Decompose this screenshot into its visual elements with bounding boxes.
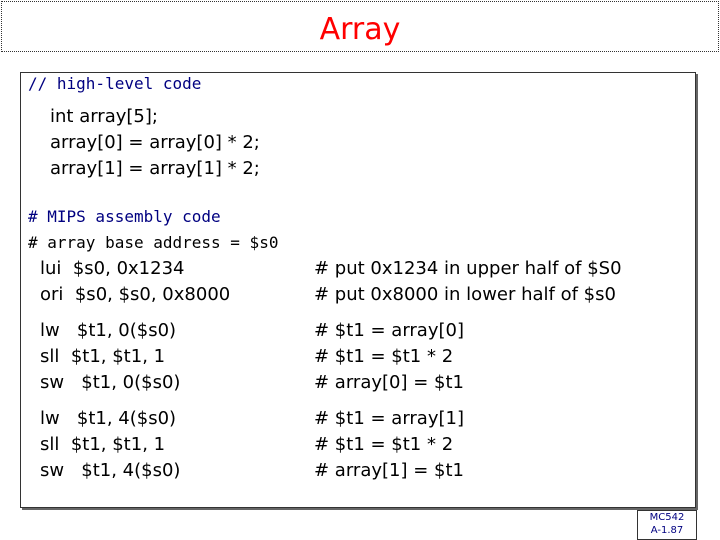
mips-instruction: sll $t1, $t1, 1 <box>40 346 166 367</box>
mips-line-comment: # array[0] = $t1 <box>314 372 464 393</box>
mips-line-comment: # $t1 = array[1] <box>314 408 464 429</box>
slide-number: A-1.87 <box>650 525 684 536</box>
mips-line-comment: # put 0x1234 in upper half of $S0 <box>314 258 622 279</box>
base-address-comment: # array base address = $s0 <box>28 233 279 252</box>
mips-instruction: sw $t1, 4($s0) <box>40 460 181 481</box>
mips-line-comment: # $t1 = array[0] <box>314 320 464 341</box>
high-level-comment: // high-level code <box>28 74 202 93</box>
mips-line-comment: # $t1 = $t1 * 2 <box>314 434 454 455</box>
mips-instruction: lw $t1, 0($s0) <box>40 320 177 341</box>
code-line: array[1] = array[1] * 2; <box>50 158 260 179</box>
mips-instruction: sw $t1, 0($s0) <box>40 372 181 393</box>
mips-line-comment: # array[1] = $t1 <box>314 460 464 481</box>
mips-instruction: sll $t1, $t1, 1 <box>40 434 166 455</box>
code-line: array[0] = array[0] * 2; <box>50 132 260 153</box>
mips-comment: # MIPS assembly code <box>28 207 221 226</box>
slide-title: Array <box>319 12 401 47</box>
mips-instruction: ori $s0, $s0, 0x8000 <box>40 284 231 305</box>
code-line: int array[5]; <box>50 106 158 127</box>
course-code: MC542 <box>649 512 685 523</box>
mips-line-comment: # put 0x8000 in lower half of $s0 <box>314 284 616 305</box>
slide-footer: MC542 A-1.87 <box>637 510 697 540</box>
mips-line-comment: # $t1 = $t1 * 2 <box>314 346 454 367</box>
mips-instruction: lui $s0, 0x1234 <box>40 258 185 279</box>
title-bar: Array <box>1 1 719 52</box>
mips-instruction: lw $t1, 4($s0) <box>40 408 177 429</box>
